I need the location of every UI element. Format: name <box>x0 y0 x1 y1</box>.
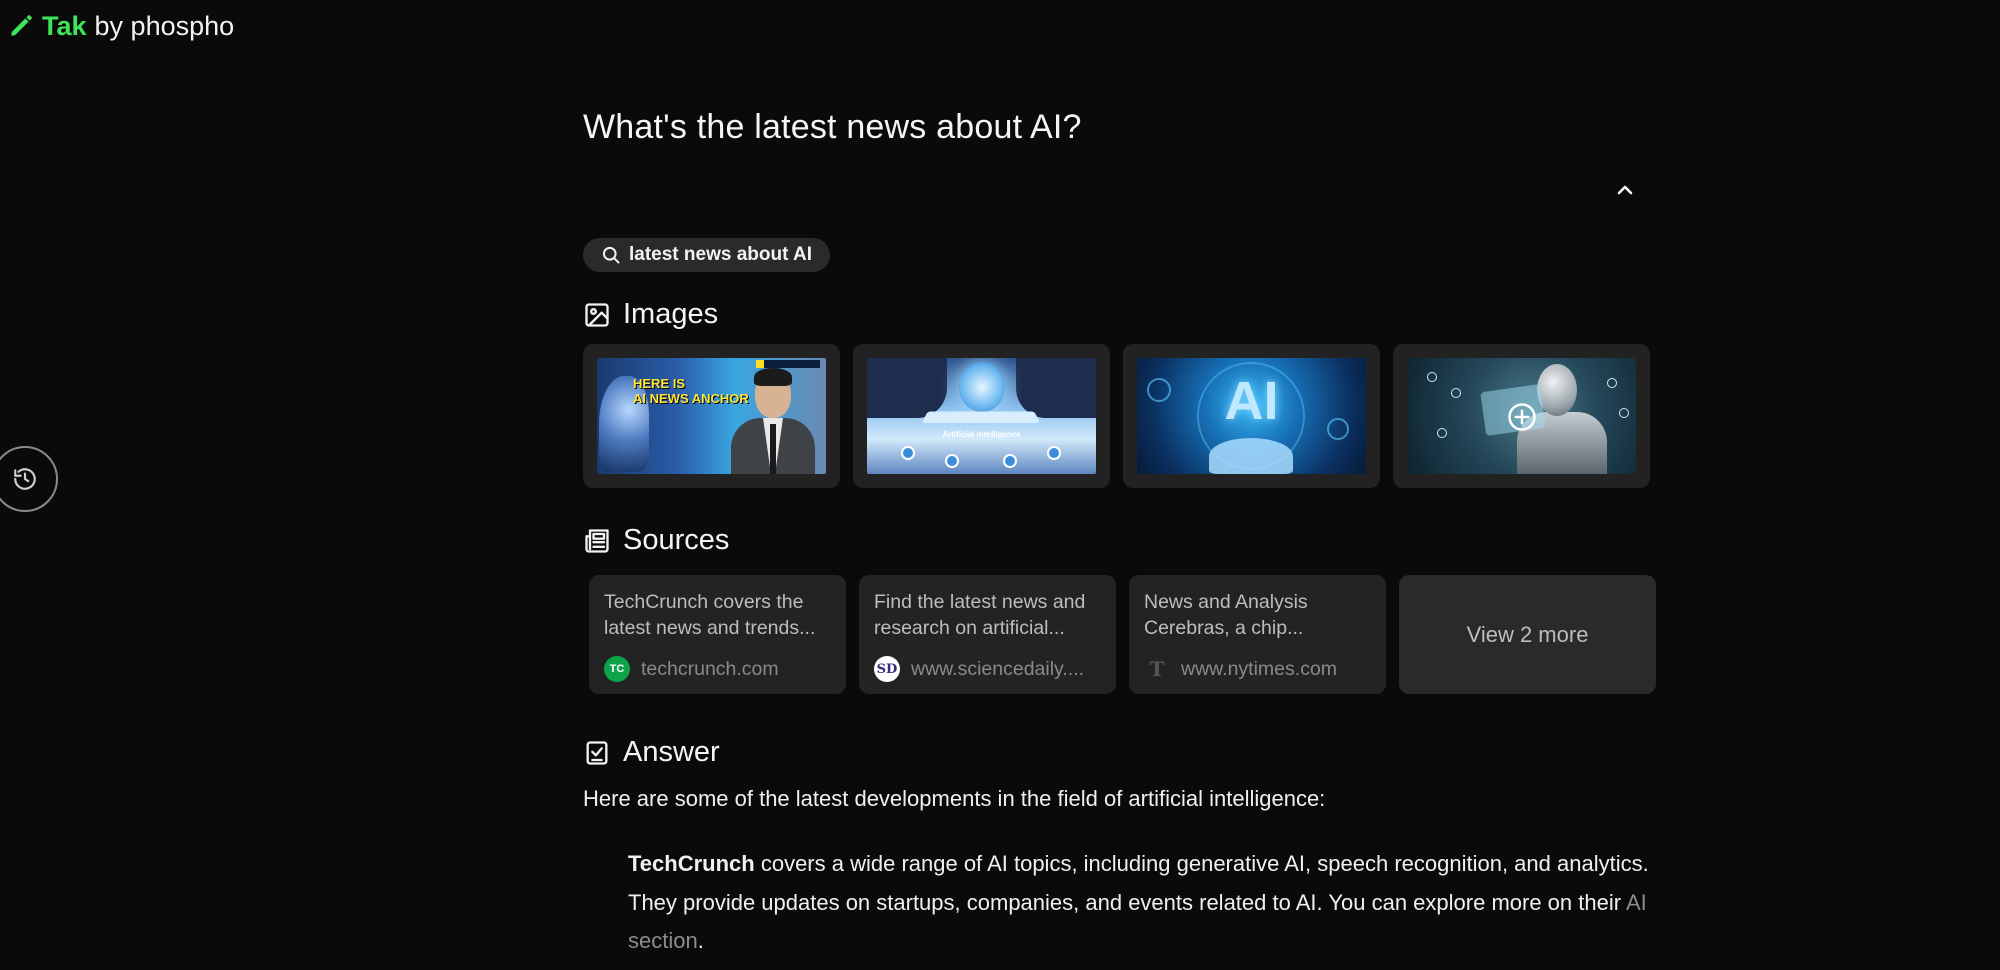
search-query-label: latest news about AI <box>629 244 812 265</box>
history-icon <box>14 468 36 490</box>
sources-heading: Sources <box>583 524 729 557</box>
chevron-up-icon[interactable] <box>1613 178 1637 202</box>
source-domain: www.nytimes.com <box>1181 657 1338 680</box>
robot-image <box>1407 358 1636 474</box>
answer-text: covers a wide range of AI topics, includ… <box>628 851 1649 915</box>
page-title: What's the latest news about AI? <box>583 108 1082 146</box>
source-card-techcrunch[interactable]: TechCrunch covers the latest news and tr… <box>589 575 846 694</box>
images-heading: Images <box>583 298 718 331</box>
answer-source-name: TechCrunch <box>628 851 755 876</box>
view-more-sources-button[interactable]: View 2 more <box>1399 575 1656 694</box>
techcrunch-favicon-icon: TC <box>604 656 630 682</box>
main-content: What's the latest news about AI? latest … <box>583 0 1658 970</box>
image-card[interactable]: HERE IS AI NEWS ANCHOR <box>583 344 840 488</box>
brand-name: Tak <box>42 11 87 41</box>
answer-intro: Here are some of the latest developments… <box>583 786 1326 811</box>
more-images-card[interactable] <box>1393 344 1650 488</box>
source-description: Find the latest news and research on art… <box>874 591 1086 639</box>
tablet-graphic <box>922 411 1040 424</box>
ai-hand-hologram-image: AI <box>1137 358 1366 474</box>
source-domain: techcrunch.com <box>641 657 779 680</box>
image-card[interactable]: Artificial intelligence <box>853 344 1110 488</box>
thumbnail-ai-text: AI <box>1224 371 1279 431</box>
source-description: TechCrunch covers the latest news and tr… <box>604 591 816 639</box>
answer-paragraph: TechCrunch covers a wide range of AI top… <box>628 845 1658 961</box>
thumbnail-caption: Artificial intelligence <box>942 430 1021 439</box>
hand-graphic <box>1209 438 1293 474</box>
artificial-intelligence-tablet-image: Artificial intelligence <box>867 358 1096 474</box>
search-query-chip[interactable]: latest news about AI <box>583 238 830 272</box>
checklist-icon <box>586 740 608 765</box>
answer-text-end: . <box>697 928 704 953</box>
search-icon <box>602 246 620 264</box>
news-anchor-figure <box>725 366 821 474</box>
source-card-sciencedaily[interactable]: Find the latest news and research on art… <box>859 575 1116 694</box>
images-heading-label: Images <box>623 298 719 330</box>
sciencedaily-favicon-icon: SD <box>874 656 900 682</box>
images-row: HERE IS AI NEWS ANCHOR Artificial intell… <box>583 344 1650 488</box>
sources-row: TechCrunch covers the latest news and tr… <box>589 575 1656 694</box>
brand-logo[interactable]: Tak by phospho <box>8 8 234 44</box>
answer-heading: Answer <box>583 736 720 769</box>
brand-byline: by phospho <box>94 11 235 41</box>
image-card[interactable]: AI <box>1123 344 1380 488</box>
newspaper-icon <box>585 528 609 553</box>
answer-heading-label: Answer <box>623 736 720 768</box>
source-description: News and Analysis Cerebras, a chip... <box>1144 591 1308 639</box>
ai-news-anchor-image: HERE IS AI NEWS ANCHOR <box>597 358 826 474</box>
nytimes-favicon-icon: T <box>1149 657 1165 681</box>
source-card-nytimes[interactable]: News and Analysis Cerebras, a chip... T … <box>1129 575 1386 694</box>
history-button[interactable] <box>0 446 58 512</box>
pencil-icon <box>11 15 32 36</box>
source-domain: www.sciencedaily.... <box>911 657 1085 680</box>
plus-circle-icon[interactable] <box>1507 402 1537 432</box>
brain-globe-graphic <box>959 362 1005 412</box>
sources-heading-label: Sources <box>623 524 730 556</box>
image-icon <box>585 302 609 327</box>
